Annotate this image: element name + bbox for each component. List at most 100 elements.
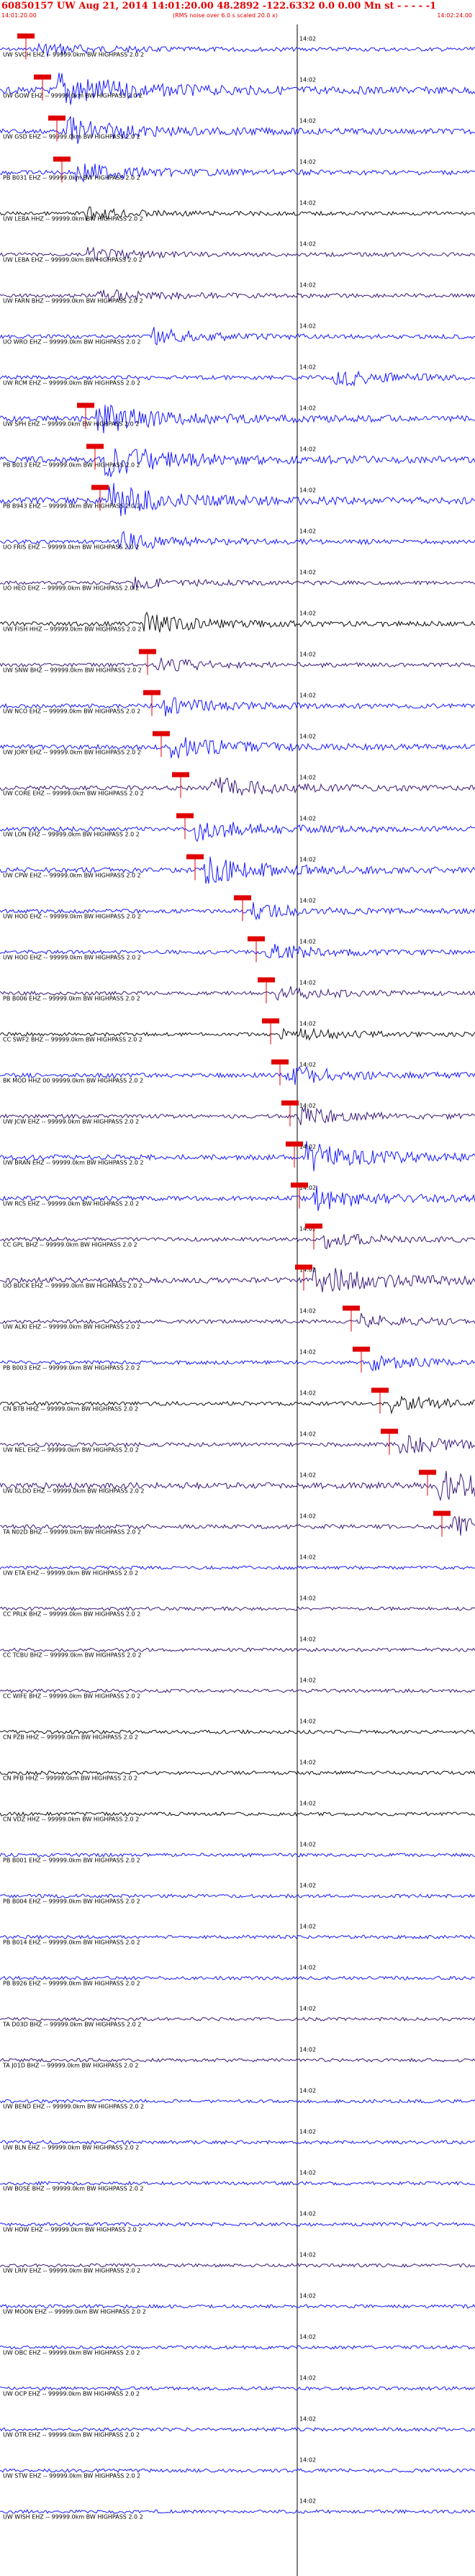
seismogram-plot: UW SVOH EHZ -- 99999.0km BW HIGHPASS 2.0… — [0, 24, 475, 2576]
pick-marker — [186, 854, 204, 860]
trace-label: PB B001 EHZ -- 99999.0km BW HIGHPASS 2.0… — [3, 1857, 140, 1864]
trace-label: PB B004 EHZ -- 99999.0km BW HIGHPASS 2.0… — [3, 1899, 140, 1905]
trace-41: CN PZB HHZ -- 99999.0km BW HIGHPASS 2.0 … — [0, 1719, 475, 1741]
trace-label: UW ETA EHZ -- 99999.0km BW HIGHPASS 2.0 … — [3, 1570, 138, 1577]
trace-14: UW FISH HHZ -- 99999.0km BW HIGHPASS 2.0… — [0, 611, 475, 633]
pick-marker — [381, 1428, 398, 1434]
trace-label: UW ALKI EHZ -- 99999.0km BW HIGHPASS 2.0… — [3, 1324, 140, 1330]
trace-label: UW LON EHZ -- 99999.0km BW HIGHPASS 2.0 … — [3, 832, 140, 838]
waveform — [0, 1564, 475, 1570]
trace-label: TA D03D BHZ -- 99999.0km BW HIGHPASS 2.0… — [2, 2022, 141, 2028]
trace-3: PB B031 EHZ -- 99999.0km BW HIGHPASS 2.0… — [0, 156, 475, 183]
trace-17: UW JORY EHZ -- 99999.0km BW HIGHPASS 2.0… — [0, 731, 475, 759]
minute-label: 14:02 — [299, 2211, 316, 2217]
minute-label: 14:02 — [299, 1883, 316, 1889]
waveform — [0, 856, 475, 884]
minute-label: 14:02 — [299, 734, 316, 740]
minute-label: 14:02 — [299, 2129, 316, 2135]
trace-label: PB B926 EHZ -- 99999.0km BW HIGHPASS 2.0… — [3, 1981, 140, 1987]
trace-40: CC WIFE BHZ -- 99999.0km BW HIGHPASS 2.0… — [0, 1677, 475, 1700]
minute-label: 14:02 — [299, 1677, 316, 1684]
trace-53: UW HDW EHZ -- 99999.0km BW HIGHPASS 2.0 … — [0, 2211, 475, 2233]
trace-58: UW OTR EHZ -- 99999.0km BW HIGHPASS 2.0 … — [0, 2416, 475, 2438]
waveform — [0, 1647, 475, 1652]
trace-55: UW MOON EHZ -- 99999.0km BW HIGHPASS 2.0… — [0, 2293, 475, 2315]
trace-label: UW OTR EHZ -- 99999.0km BW HIGHPASS 2.0 … — [3, 2432, 140, 2438]
waveform — [0, 1893, 475, 1899]
pick-marker — [353, 1346, 370, 1352]
trace-label: UW RCS EHZ -- 99999.0km BW HIGHPASS 2.0 … — [3, 1201, 139, 1207]
trace-47: PB B926 EHZ -- 99999.0km BW HIGHPASS 2.0… — [0, 1965, 475, 1987]
waveform — [0, 2140, 475, 2145]
trace-label: PB B003 EHZ -- 99999.0km BW HIGHPASS 2.0… — [3, 1365, 140, 1372]
trace-2: UW GSD EHZ -- 99999.0km BW HIGHPASS 2.0 … — [0, 115, 475, 144]
pick-marker — [153, 731, 170, 737]
minute-label: 14:02 — [299, 36, 316, 42]
minute-label: 14:02 — [299, 611, 316, 617]
waveform — [0, 1770, 475, 1776]
minute-label: 14:02 — [299, 569, 316, 576]
trace-label: UW LEBA EHZ -- 99999.0km BW HIGHPASS 2.0… — [3, 257, 142, 264]
waveform — [0, 2180, 475, 2186]
trace-label: CN PZB HHZ -- 99999.0km BW HIGHPASS 2.0 … — [3, 1734, 138, 1741]
trace-23: PB B006 EHZ -- 99999.0km BW HIGHPASS 2.0… — [0, 977, 475, 1004]
pick-marker — [48, 115, 65, 121]
minute-label: 14:02 — [299, 1431, 316, 1438]
waveform — [0, 1811, 475, 1817]
minute-label: 14:02 — [299, 364, 316, 371]
minute-label: 14:02 — [299, 2047, 316, 2053]
minute-label: 14:02 — [299, 898, 316, 904]
waveform — [0, 404, 475, 433]
trace-label: CC TCBU BHZ -- 99999.0km BW HIGHPASS 2.0… — [3, 1652, 142, 1659]
minute-label: 14:02 — [299, 939, 316, 945]
pick-marker — [91, 485, 109, 490]
minute-label: 14:02 — [299, 1965, 316, 1971]
trace-10: PB B013 EHZ -- 99999.0km BW HIGHPASS 2.0… — [0, 443, 475, 477]
trace-label: CC PRLK BHZ -- 99999.0km BW HIGHPASS 2.0… — [3, 1611, 140, 1618]
minute-label: 14:02 — [299, 1513, 316, 1520]
trace-30: UO BUCK EHZ -- 99999.0km BW HIGHPASS 2.0… — [0, 1264, 475, 1292]
pick-marker — [248, 936, 265, 942]
minute-label: 14:02 — [299, 1308, 316, 1315]
trace-12: UO FRIS EHZ -- 99999.0km BW HIGHPASS 2.0… — [0, 528, 475, 551]
trace-52: UW BOSE BHZ -- 99999.0km BW HIGHPASS 2.0… — [0, 2170, 475, 2192]
waveform — [0, 2099, 475, 2104]
trace-label: UW BOSE BHZ -- 99999.0km BW HIGHPASS 2.0… — [3, 2186, 144, 2192]
trace-label: TA N02D BHZ -- 99999.0km BW HIGHPASS 2.0… — [2, 1529, 141, 1536]
minute-label: 14:02 — [299, 816, 316, 822]
minute-label: 14:02 — [299, 693, 316, 699]
trace-label: UW SVOH EHZ -- 99999.0km BW HIGHPASS 2.0… — [3, 52, 144, 58]
waveform — [0, 2386, 475, 2392]
pick-marker — [419, 1469, 436, 1475]
trace-54: UW LRIV EHZ -- 99999.0km BW HIGHPASS 2.0… — [0, 2252, 475, 2274]
pick-marker — [295, 1264, 312, 1270]
trace-label: UW FISH HHZ -- 99999.0km BW HIGHPASS 2.0… — [3, 626, 141, 633]
trace-label: UW CPW EHZ -- 99999.0km BW HIGHPASS 2.0 … — [3, 873, 141, 879]
trace-43: CN VDZ HHZ -- 99999.0km BW HIGHPASS 2.0 … — [0, 1801, 475, 1823]
minute-label: 14:02 — [299, 1595, 316, 1602]
trace-label: CN PFB HHZ -- 99999.0km BW HIGHPASS 2.0 … — [3, 1775, 137, 1782]
trace-11: PB B943 EHZ -- 99999.0km BW HIGHPASS 2.0… — [0, 482, 475, 516]
trace-37: UW ETA EHZ -- 99999.0km BW HIGHPASS 2.0 … — [0, 1554, 475, 1577]
trace-label: UW SNW BHZ -- 99999.0km BW HIGHPASS 2.0 … — [3, 667, 142, 674]
trace-44: PB B001 EHZ -- 99999.0km BW HIGHPASS 2.0… — [0, 1842, 475, 1864]
trace-5: UW LEBA EHZ -- 99999.0km BW HIGHPASS 2.0… — [0, 241, 475, 264]
trace-8: UW RCM EHZ -- 99999.0km BW HIGHPASS 2.0 … — [0, 364, 475, 387]
trace-label: UW JORY EHZ -- 99999.0km BW HIGHPASS 2.0… — [3, 749, 141, 756]
pick-marker — [262, 1018, 279, 1024]
trace-label: UW LRIV EHZ -- 99999.0km BW HIGHPASS 2.0… — [3, 2268, 140, 2274]
trace-label: CN BTB HHZ -- 99999.0km BW HIGHPASS 2.0 … — [3, 1406, 138, 1413]
trace-57: UW OCP EHZ -- 99999.0km BW HIGHPASS 2.0 … — [0, 2375, 475, 2397]
trace-21: UW HOO EHZ -- 99999.0km BW HIGHPASS 2.0 … — [0, 895, 475, 922]
minute-label: 14:02 — [299, 1760, 316, 1766]
waveform — [0, 1729, 475, 1735]
minute-label: 14:02 — [299, 857, 316, 863]
minute-label: 14:02 — [299, 2375, 316, 2382]
minute-label: 14:02 — [299, 1801, 316, 1807]
minute-label: 14:02 — [299, 1719, 316, 1725]
trace-33: CN BTB HHZ -- 99999.0km BW HIGHPASS 2.0 … — [0, 1387, 475, 1415]
trace-35: UW GLDO EHZ -- 99999.0km BW HIGHPASS 2.0… — [0, 1469, 475, 1502]
waveform — [0, 1606, 475, 1612]
minute-label: 14:02 — [299, 1636, 316, 1643]
waveform — [0, 2222, 475, 2227]
